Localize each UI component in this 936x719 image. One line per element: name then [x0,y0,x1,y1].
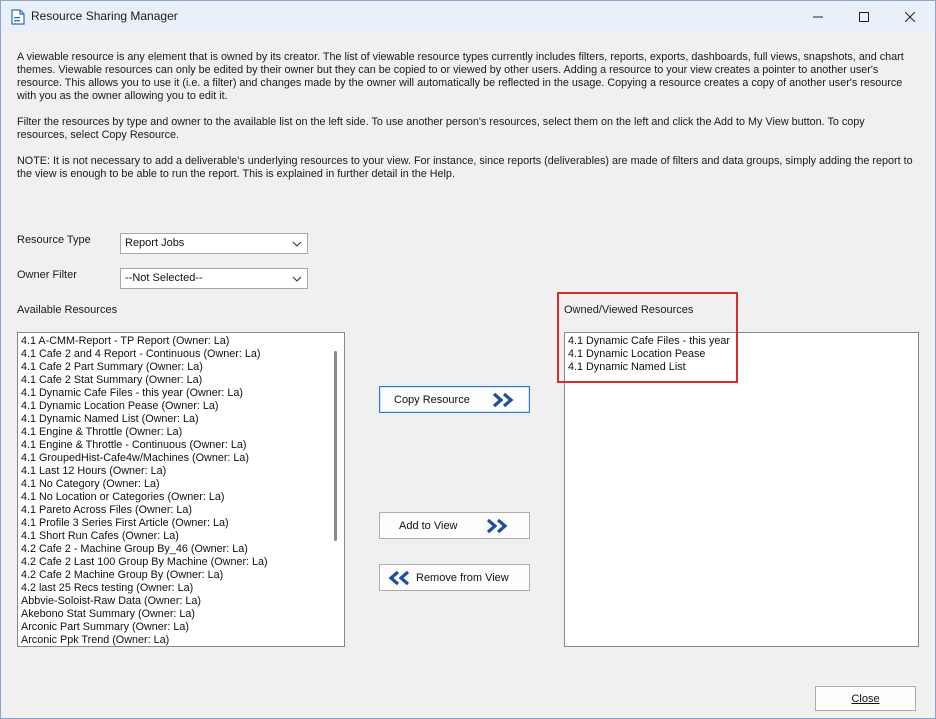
list-item[interactable]: 4.2 last 25 Recs testing (Owner: La) [21,582,344,595]
close-window-button[interactable] [887,1,933,32]
document-icon [11,9,25,25]
close-button-label: Close [851,692,880,705]
description-paragraph-2: Filter the resources by type and owner t… [17,116,865,141]
chevron-down-icon [292,241,302,247]
resource-type-value: Report Jobs [125,237,185,249]
list-item[interactable]: 4.1 Dynamic Location Pease (Owner: La) [21,400,344,413]
highlight-box [557,292,738,383]
double-chevron-right-icon [492,392,514,408]
available-resources-label: Available Resources [17,304,118,316]
list-item[interactable]: 4.1 A-CMM-Report - TP Report (Owner: La) [21,335,344,348]
add-to-view-label: Add to View [399,519,458,532]
owner-filter-label: Owner Filter [17,269,77,281]
resource-sharing-window: Resource Sharing Manager A viewable reso… [0,0,936,719]
close-icon [905,11,915,22]
list-item[interactable]: 4.1 Cafe 2 and 4 Report - Continuous (Ow… [21,348,344,361]
list-item[interactable]: 4.1 Short Run Cafes (Owner: La) [21,530,344,543]
owner-filter-value: --Not Selected-- [125,272,203,284]
close-button[interactable]: Close [815,686,916,711]
list-item[interactable]: 4.1 Engine & Throttle - Continuous (Owne… [21,439,344,452]
list-item[interactable]: Akebono Stat Summary (Owner: La) [21,608,344,621]
list-item[interactable]: 4.1 Cafe 2 Stat Summary (Owner: La) [21,374,344,387]
chevron-down-icon [292,276,302,282]
list-item[interactable]: 4.1 Dynamic Cafe Files - this year (Owne… [21,387,344,400]
list-item[interactable]: 4.1 Dynamic Named List (Owner: La) [21,413,344,426]
list-item[interactable]: 4.2 Cafe 2 Machine Group By (Owner: La) [21,569,344,582]
list-item[interactable]: 4.2 Cafe 2 Last 100 Group By Machine (Ow… [21,556,344,569]
available-resources-list[interactable]: 4.1 A-CMM-Report - TP Report (Owner: La)… [17,332,345,647]
list-item[interactable]: 4.1 GroupedHist-Cafe4w/Machines (Owner: … [21,452,344,465]
copy-resource-button[interactable]: Copy Resource [379,386,530,413]
resource-type-select[interactable]: Report Jobs [120,233,308,254]
list-item[interactable]: Arconic Part Summary (Owner: La) [21,621,344,634]
list-item[interactable]: 4.1 No Location or Categories (Owner: La… [21,491,344,504]
list-item[interactable]: Arconic Ppk Trend (Owner: La) [21,634,344,646]
window-title: Resource Sharing Manager [31,9,178,23]
list-item[interactable]: 4.1 Engine & Throttle (Owner: La) [21,426,344,439]
list-item[interactable]: 4.2 Cafe 2 - Machine Group By_46 (Owner:… [21,543,344,556]
list-item[interactable]: 4.1 Pareto Across Files (Owner: La) [21,504,344,517]
list-item[interactable]: Abbvie-Soloist-Raw Data (Owner: La) [21,595,344,608]
maximize-button[interactable] [841,1,887,32]
add-to-view-button[interactable]: Add to View [379,512,530,539]
maximize-icon [859,11,869,22]
minimize-icon [813,16,823,17]
scrollbar-thumb[interactable] [334,351,337,541]
list-item[interactable]: 4.1 Last 12 Hours (Owner: La) [21,465,344,478]
description-note: NOTE: It is not necessary to add a deliv… [17,155,913,180]
remove-from-view-button[interactable]: Remove from View [379,564,530,591]
list-item[interactable]: 4.1 Profile 3 Series First Article (Owne… [21,517,344,530]
double-chevron-left-icon [388,570,410,586]
minimize-button[interactable] [795,1,841,32]
remove-from-view-label: Remove from View [416,571,509,584]
list-item[interactable]: 4.1 No Category (Owner: La) [21,478,344,491]
double-chevron-right-icon [486,518,508,534]
list-item[interactable]: 4.1 Cafe 2 Part Summary (Owner: La) [21,361,344,374]
description-paragraph-1: A viewable resource is any element that … [17,51,904,102]
owner-filter-select[interactable]: --Not Selected-- [120,268,308,289]
copy-resource-label: Copy Resource [394,393,470,406]
resource-type-label: Resource Type [17,234,91,246]
title-bar[interactable]: Resource Sharing Manager [1,1,935,32]
